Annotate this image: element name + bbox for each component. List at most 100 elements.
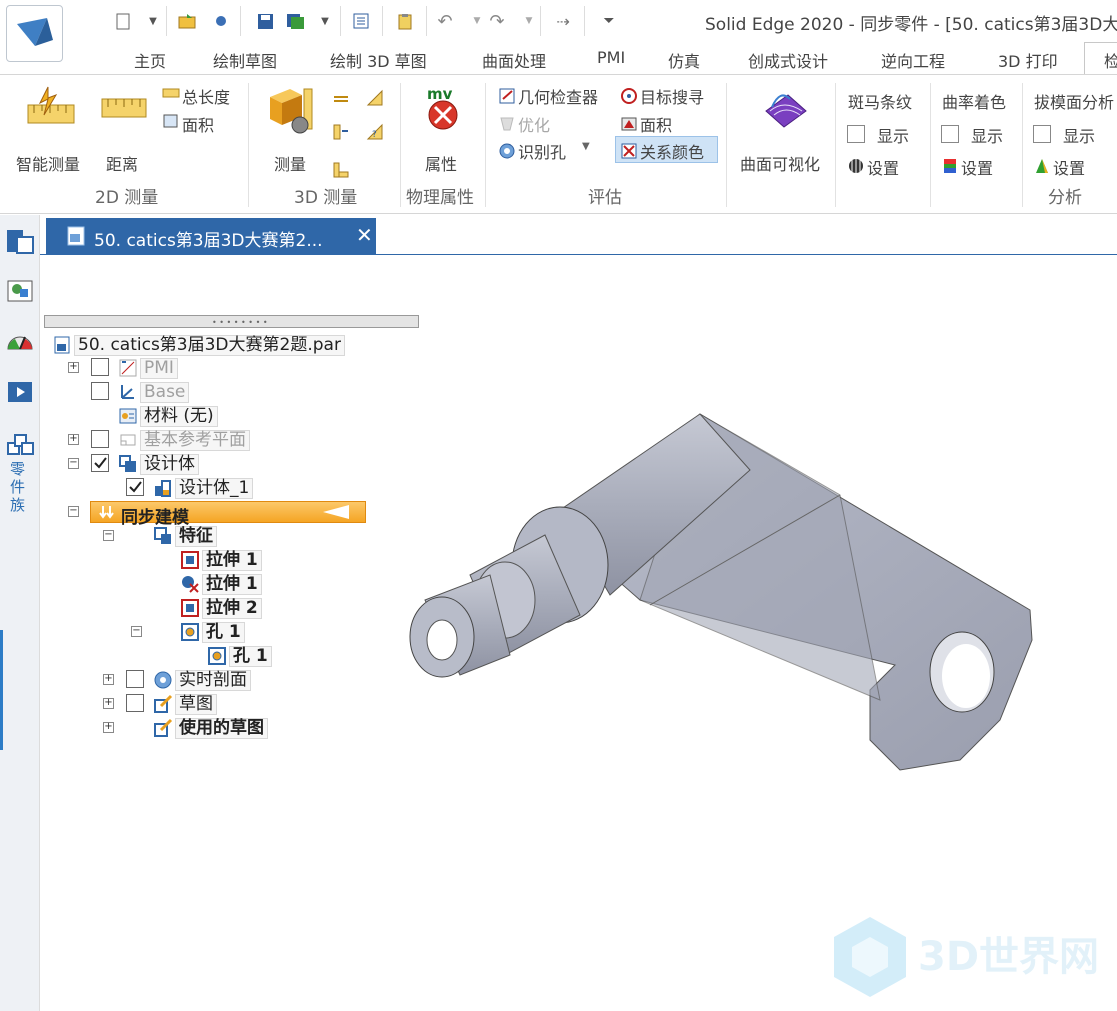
ref-planes-checkbox[interactable] xyxy=(91,430,109,448)
pathfinder-icon[interactable] xyxy=(5,227,35,257)
sensors-icon[interactable] xyxy=(5,327,35,357)
animation-icon[interactable] xyxy=(5,377,35,407)
clipboard-icon[interactable] xyxy=(394,10,416,32)
smart-measure-icon[interactable] xyxy=(26,85,76,137)
live-section-checkbox[interactable] xyxy=(126,670,144,688)
sync-modeling-expander[interactable]: − xyxy=(68,506,79,517)
repeat-icon[interactable]: ⇢ xyxy=(552,10,574,32)
total-length-label[interactable]: 总长度 xyxy=(182,84,230,108)
measure-label[interactable]: 测量 xyxy=(274,151,306,175)
family-of-parts-icon[interactable] xyxy=(5,429,35,459)
save-all-icon[interactable] xyxy=(284,10,306,32)
surface-visualization-icon[interactable] xyxy=(760,85,810,139)
tree-node-extrude-1b[interactable]: 拉伸 1 xyxy=(180,573,262,595)
tab-simulation[interactable]: 仿真 xyxy=(668,48,700,72)
tree-node-hole-1[interactable]: 孔 1 xyxy=(180,621,245,643)
curvature-show-label[interactable]: 显示 xyxy=(971,123,1003,147)
tree-node-design-body[interactable]: 设计体 xyxy=(118,453,199,475)
tab-3d-sketching[interactable]: 绘制 3D 草图 xyxy=(330,48,427,72)
pathfinder-splitter[interactable]: • • • • • • • • xyxy=(44,315,419,328)
draft-show-checkbox[interactable] xyxy=(1033,125,1051,143)
zebra-show-checkbox[interactable] xyxy=(847,125,865,143)
curvature-settings-icon[interactable] xyxy=(941,157,959,179)
geometry-inspector-label[interactable]: 几何检查器 xyxy=(518,84,598,108)
tree-node-extrude-1a[interactable]: 拉伸 1 xyxy=(180,549,262,571)
draft-settings-icon[interactable] xyxy=(1033,157,1051,179)
family-of-parts-label[interactable]: 零件族 xyxy=(10,460,30,514)
tree-root[interactable]: 50. catics第3届3D大赛第2题.par xyxy=(52,334,345,356)
new-file-icon[interactable] xyxy=(112,10,134,32)
tab-sketching[interactable]: 绘制草图 xyxy=(213,48,277,72)
layers-icon[interactable] xyxy=(5,277,35,307)
tree-node-live-section[interactable]: 实时剖面 xyxy=(153,669,251,691)
customize-qat-icon[interactable]: ⏷ xyxy=(598,10,620,32)
tab-home[interactable]: 主页 xyxy=(134,48,166,72)
zebra-settings-icon[interactable] xyxy=(847,157,865,179)
zebra-show-label[interactable]: 显示 xyxy=(877,123,909,147)
new-dropdown-icon[interactable]: ▼ xyxy=(142,10,164,32)
identify-holes-dropdown-icon[interactable]: ▼ xyxy=(582,141,590,152)
tree-node-design-body-1[interactable]: 设计体_1 xyxy=(153,477,254,499)
tree-node-features[interactable]: 特征 xyxy=(153,525,217,547)
identify-holes-label[interactable]: 识别孔 xyxy=(518,139,566,163)
properties-label[interactable]: 属性 xyxy=(425,151,457,175)
properties-icon[interactable] xyxy=(350,10,372,32)
save-dropdown-icon[interactable]: ▼ xyxy=(314,10,336,32)
curvature-show-checkbox[interactable] xyxy=(941,125,959,143)
measure-3d-icon[interactable] xyxy=(266,85,316,139)
tree-node-ref-planes[interactable]: 基本参考平面 xyxy=(118,429,250,451)
total-length-icon[interactable] xyxy=(162,85,180,105)
tab-3d-print[interactable]: 3D 打印 xyxy=(998,48,1058,72)
sketch-expander[interactable]: + xyxy=(103,698,114,709)
design-body-checkbox[interactable] xyxy=(91,454,109,472)
area-label[interactable]: 面积 xyxy=(182,112,214,136)
ref-planes-expander[interactable]: + xyxy=(68,434,79,445)
tree-node-material[interactable]: 材料 (无) xyxy=(118,405,218,427)
area-eval-label[interactable]: 面积 xyxy=(640,112,672,136)
distance-label[interactable]: 距离 xyxy=(106,151,138,175)
hole-expander[interactable]: − xyxy=(131,626,142,637)
tree-node-hole-1-child[interactable]: 孔 1 xyxy=(207,645,272,667)
tab-surfacing[interactable]: 曲面处理 xyxy=(482,48,546,72)
tree-node-sketch[interactable]: 草图 xyxy=(153,693,217,715)
geometry-inspector-icon[interactable] xyxy=(498,87,516,109)
distance-icon[interactable] xyxy=(100,93,148,127)
tab-pmi[interactable]: PMI xyxy=(597,48,625,67)
pin-icon[interactable] xyxy=(210,10,232,32)
undo-dropdown-icon[interactable]: ▼ xyxy=(466,10,488,32)
sketch-checkbox[interactable] xyxy=(126,694,144,712)
area-icon[interactable] xyxy=(162,113,180,133)
target-seeker-icon[interactable] xyxy=(620,87,638,109)
redo-dropdown-icon[interactable]: ▼ xyxy=(518,10,540,32)
measure-distance-3d-icon[interactable] xyxy=(332,89,350,109)
live-section-expander[interactable]: + xyxy=(103,674,114,685)
sync-modeling-bar[interactable]: 同步建模 xyxy=(90,501,366,528)
tree-node-base[interactable]: Base xyxy=(118,381,190,403)
open-file-icon[interactable] xyxy=(176,10,198,32)
part-3d-model[interactable] xyxy=(400,400,1040,780)
rollback-arrow-icon[interactable] xyxy=(323,505,349,519)
draft-settings-label[interactable]: 设置 xyxy=(1053,155,1085,179)
tab-reverse-engineering[interactable]: 逆向工程 xyxy=(881,48,945,72)
base-checkbox[interactable] xyxy=(91,382,109,400)
measure-normal-icon[interactable] xyxy=(332,123,350,145)
document-tab[interactable]: 50. catics第3届3D大赛第2... ✕ xyxy=(46,218,376,254)
measure-help-icon[interactable]: ? xyxy=(366,123,384,145)
design-body-expander[interactable]: − xyxy=(68,458,79,469)
tab-inspect[interactable]: 检 xyxy=(1104,48,1117,72)
target-seeker-label[interactable]: 目标搜寻 xyxy=(640,84,704,108)
features-expander[interactable]: − xyxy=(103,530,114,541)
measure-step-icon[interactable] xyxy=(332,161,350,183)
draft-show-label[interactable]: 显示 xyxy=(1063,123,1095,147)
pmi-expander[interactable]: + xyxy=(68,362,79,373)
tree-node-extrude-2[interactable]: 拉伸 2 xyxy=(180,597,262,619)
area-eval-icon[interactable] xyxy=(620,115,638,137)
used-sketches-expander[interactable]: + xyxy=(103,722,114,733)
measure-angle-icon[interactable] xyxy=(366,89,384,111)
save-icon[interactable] xyxy=(254,10,276,32)
tab-generative-design[interactable]: 创成式设计 xyxy=(748,48,828,72)
tree-node-used-sketches[interactable]: 使用的草图 xyxy=(153,717,268,739)
pmi-checkbox[interactable] xyxy=(91,358,109,376)
physical-properties-icon[interactable]: mv xyxy=(424,85,464,137)
undo-icon[interactable]: ↶ xyxy=(434,10,456,32)
